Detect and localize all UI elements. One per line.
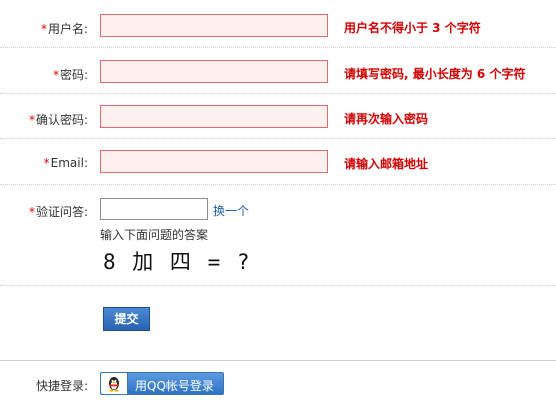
username-input[interactable] [100, 14, 328, 37]
required-mark: * [52, 68, 59, 82]
row-divider [0, 138, 556, 139]
captcha-answer-input[interactable] [100, 198, 208, 220]
captcha-label-text: 验证问答: [35, 205, 88, 219]
row-divider [0, 184, 556, 185]
username-label-text: 用户名: [47, 22, 88, 36]
email-label: *Email: [44, 156, 88, 170]
row-divider [0, 93, 556, 94]
quick-login-label: 快捷登录: [35, 379, 88, 393]
email-label-text: Email: [50, 156, 88, 170]
confirm-password-input[interactable] [100, 105, 328, 128]
required-mark: * [40, 22, 47, 36]
password-error: 请填写密码, 最小长度为 6 个字符 [344, 67, 526, 81]
required-mark: * [28, 113, 35, 127]
confirm-password-label-text: 确认密码: [35, 113, 88, 127]
captcha-question-image: 8 加 四 = ? [103, 250, 252, 274]
password-input[interactable] [100, 60, 328, 83]
qq-login-button[interactable]: 用QQ帐号登录 [100, 372, 224, 395]
confirm-password-error: 请再次输入密码 [344, 112, 429, 126]
row-divider [0, 285, 556, 286]
confirm-password-label: *确认密码: [29, 111, 88, 128]
captcha-label: *验证问答: [29, 203, 88, 220]
submit-button[interactable]: 提交 [103, 307, 150, 331]
email-input[interactable] [100, 150, 328, 173]
password-label: *密码: [53, 66, 88, 83]
row-divider [0, 47, 556, 48]
required-mark: * [43, 156, 50, 170]
required-mark: * [28, 205, 35, 219]
username-error: 用户名不得小于 3 个字符 [344, 21, 481, 35]
section-divider [0, 360, 556, 361]
qq-penguin-icon [101, 373, 128, 394]
qq-login-button-label: 用QQ帐号登录 [135, 379, 214, 393]
password-label-text: 密码: [59, 68, 88, 82]
captcha-refresh-link[interactable]: 换一个 [213, 202, 249, 219]
captcha-hint: 输入下面问题的答案 [100, 228, 209, 242]
username-label: *用户名: [41, 20, 88, 37]
email-error: 请输入邮箱地址 [344, 157, 429, 171]
